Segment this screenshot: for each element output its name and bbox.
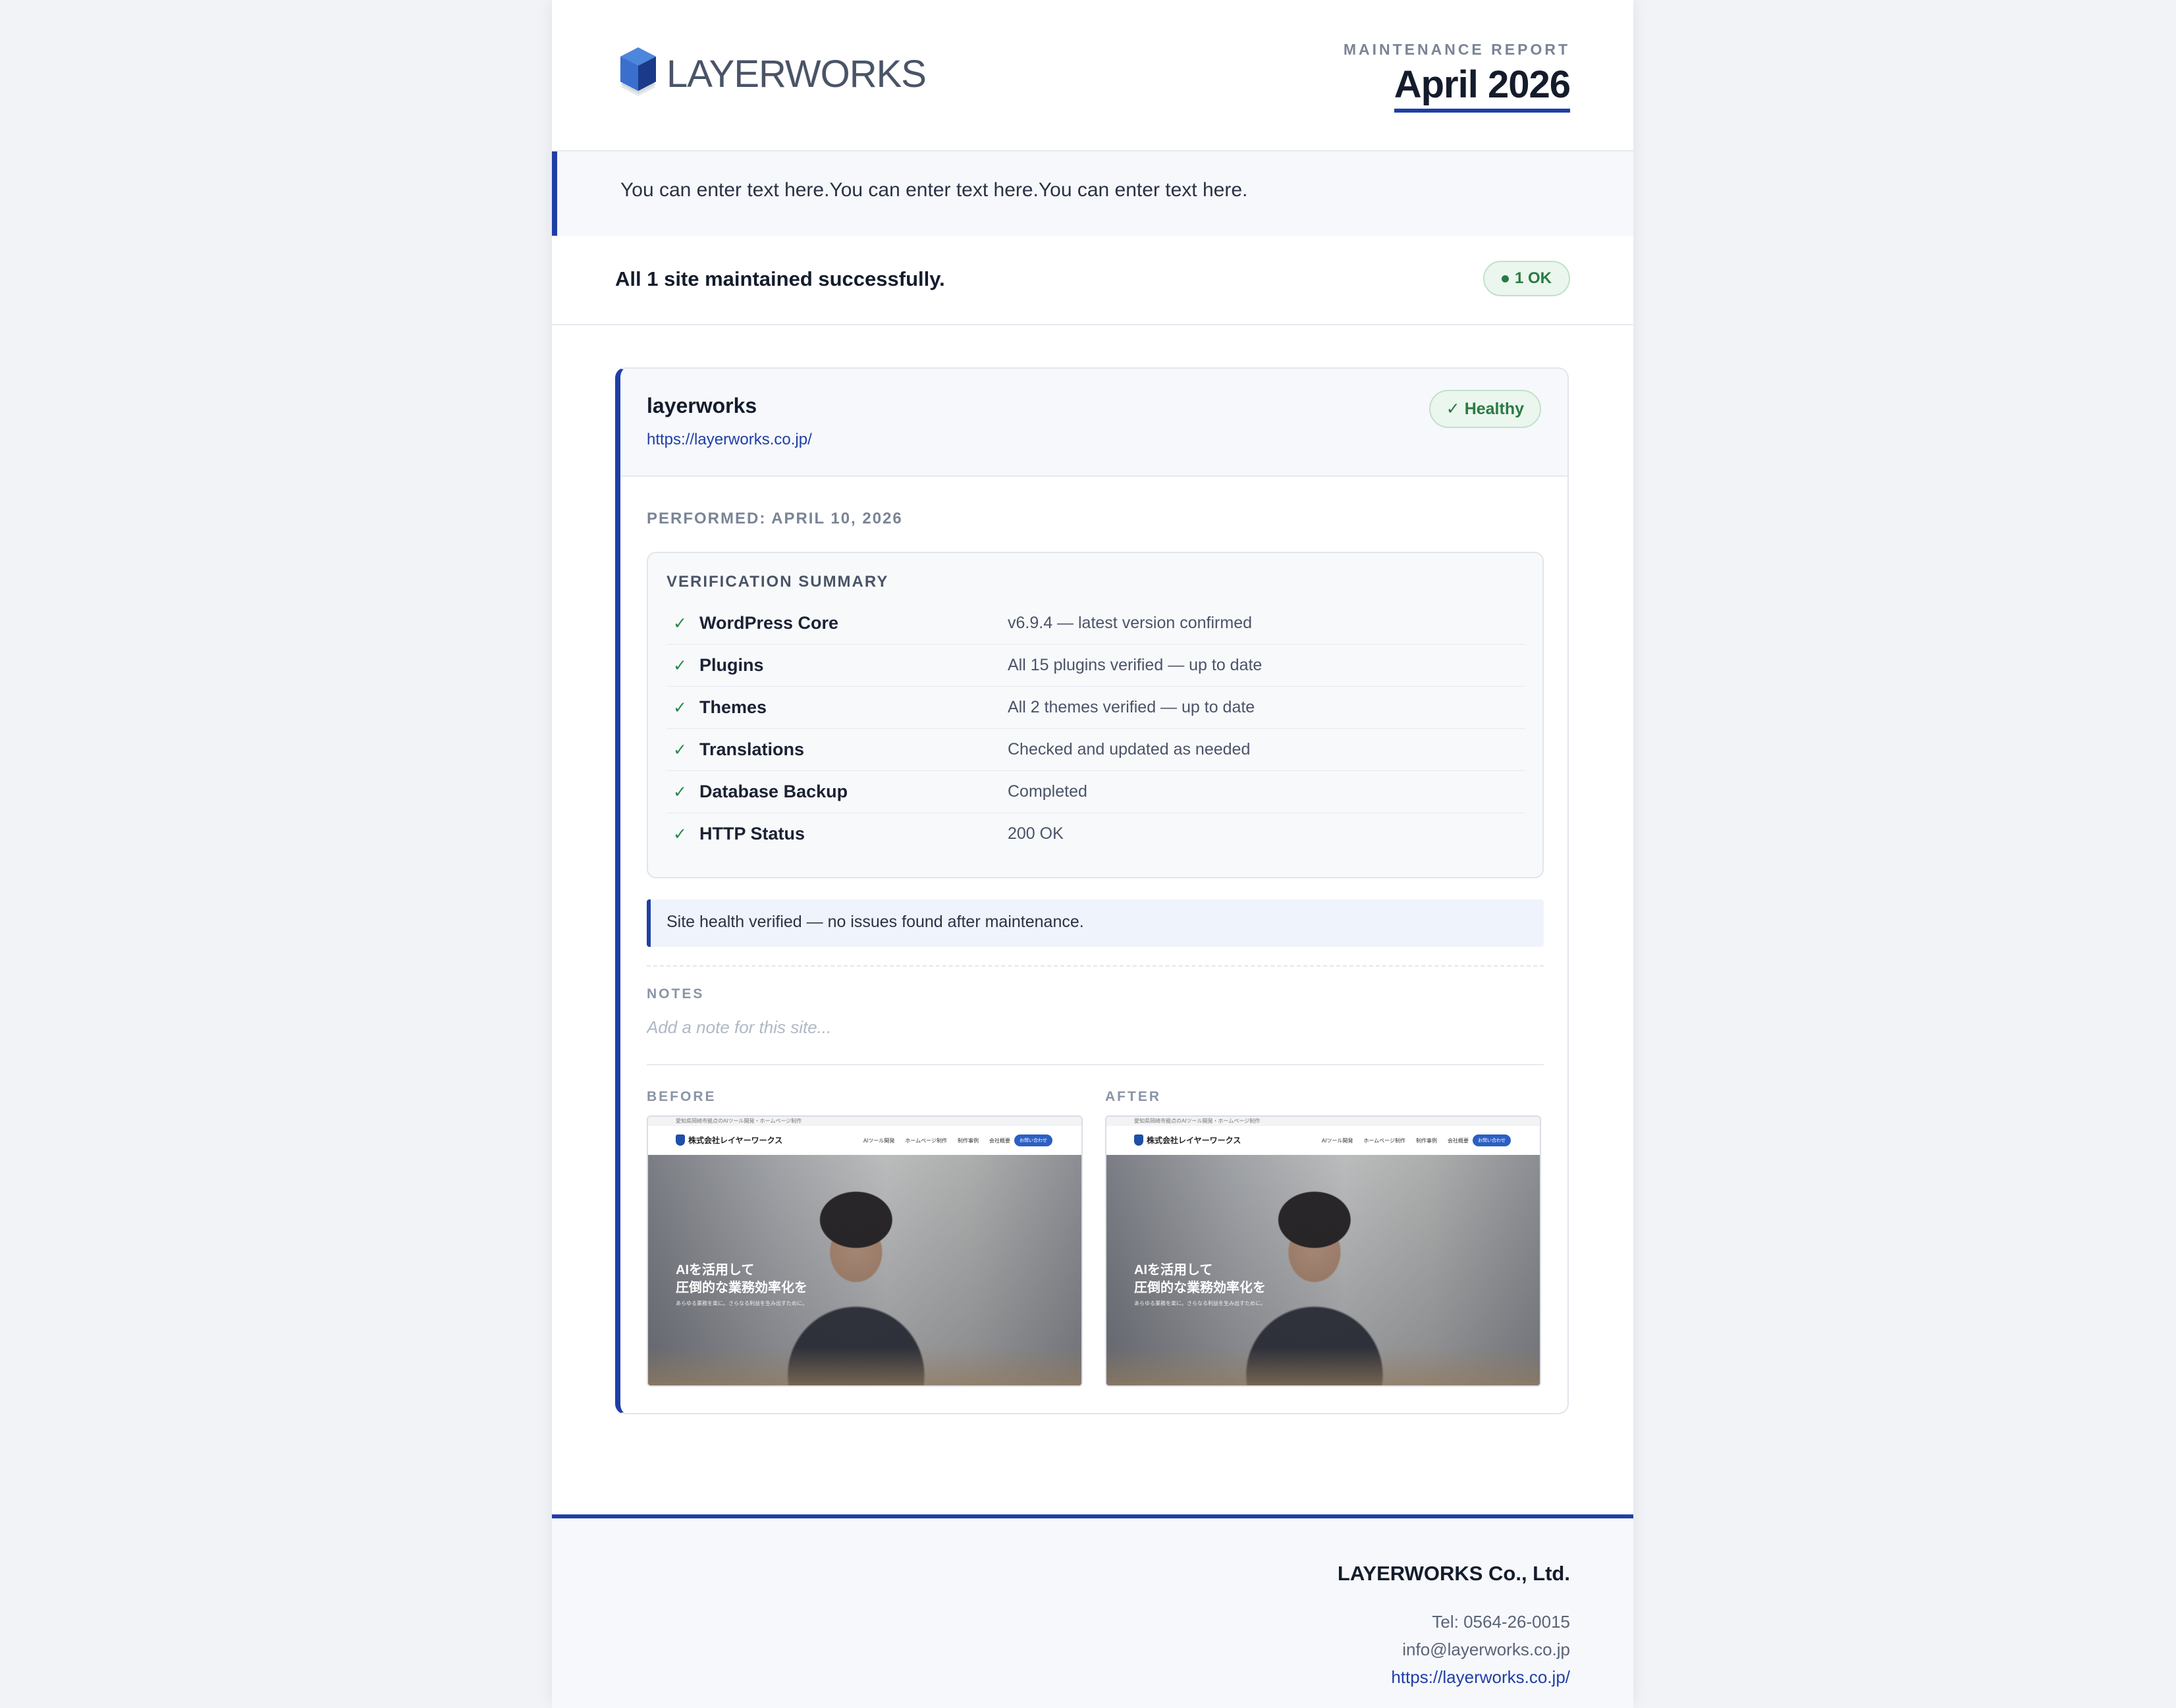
ok-count-badge: 1 OK [1482, 261, 1570, 296]
preview-nav: 株式会社レイヤーワークス AIツール開発 ホームページ制作 制作事例 会社概要 … [648, 1126, 1081, 1156]
verification-row: ✓ WordPress Core v6.9.4 — latest version… [666, 602, 1525, 645]
healthy-status-badge: ✓ Healthy [1428, 390, 1541, 428]
verification-row: ✓ Translations Checked and updated as ne… [666, 728, 1525, 771]
after-screenshot[interactable]: 愛知県岡崎市拠点のAIツール開発・ホームページ制作 株式会社レイヤーワークス A… [1105, 1115, 1541, 1387]
verification-value: All 2 themes verified — up to date [1008, 698, 1255, 716]
verification-row: ✓ Themes All 2 themes verified — up to d… [666, 686, 1525, 729]
report-label: MAINTENANCE REPORT [1343, 41, 1570, 58]
check-icon: ✓ [673, 783, 687, 801]
preview-cta: お問い合わせ [1014, 1134, 1052, 1146]
before-screenshot[interactable]: 愛知県岡崎市拠点のAIツール開発・ホームページ制作 株式会社レイヤーワークス A… [647, 1115, 1083, 1387]
logo-text: LAYERWORKS [666, 52, 927, 95]
verification-row: ✓ Plugins All 15 plugins verified — up t… [666, 644, 1525, 687]
preview-topbar: 愛知県岡崎市拠点のAIツール開発・ホームページ制作 [648, 1117, 1081, 1126]
footer-tel: Tel: 0564-26-0015 [1432, 1612, 1570, 1632]
verification-value: 200 OK [1008, 824, 1064, 843]
report-header: LAYERWORKS MAINTENANCE REPORT April 2026 [552, 0, 1633, 151]
intro-text[interactable]: You can enter text here.You can enter te… [620, 179, 1247, 201]
check-icon: ✓ [673, 825, 687, 843]
preview-nav-links: AIツール開発 ホームページ制作 制作事例 会社概要 [1322, 1137, 1469, 1144]
preview-nav-link: 制作事例 [958, 1138, 979, 1144]
check-icon: ✓ [673, 699, 687, 717]
notes-label: NOTES [647, 986, 705, 1001]
preview-hero-image: AIを活用して 圧倒的な業務効率化を あらゆる業務を楽に。さらなる利益を生み出す… [1106, 1155, 1540, 1385]
verification-value: Completed [1008, 782, 1087, 801]
verification-label: Translations [699, 739, 805, 759]
preview-topbar-text: 愛知県岡崎市拠点のAIツール開発・ホームページ制作 [1134, 1118, 1261, 1124]
site-name: layerworks [647, 394, 757, 417]
health-note: Site health verified — no issues found a… [647, 899, 1544, 947]
verification-label: Themes [699, 697, 767, 717]
ok-count-label: 1 OK [1514, 269, 1552, 287]
verification-title: VERIFICATION SUMMARY [666, 573, 889, 591]
report-page: LAYERWORKS MAINTENANCE REPORT April 2026… [552, 0, 1633, 1708]
status-dot-icon [1501, 275, 1509, 282]
preview-nav: 株式会社レイヤーワークス AIツール開発 ホームページ制作 制作事例 会社概要 … [1106, 1126, 1540, 1156]
preview-topbar: 愛知県岡崎市拠点のAIツール開発・ホームページ制作 [1106, 1117, 1540, 1126]
report-month: April 2026 [1394, 63, 1571, 113]
site-url-link[interactable]: https://layerworks.co.jp/ [647, 431, 812, 449]
preview-brand-text: 株式会社レイヤーワークス [1147, 1136, 1241, 1145]
check-icon: ✓ [673, 741, 687, 759]
preview-nav-link: 会社概要 [989, 1138, 1010, 1144]
divider [647, 1064, 1544, 1065]
shield-logo-icon [1134, 1134, 1143, 1146]
preview-hero-image: AIを活用して 圧倒的な業務効率化を あらゆる業務を楽に。さらなる利益を生み出す… [648, 1155, 1081, 1385]
preview-headline: AIを活用して 圧倒的な業務効率化を [676, 1263, 807, 1295]
preview-nav-link: ホームページ制作 [1363, 1138, 1405, 1144]
verification-label: HTTP Status [699, 824, 805, 843]
cube-logo-icon [620, 47, 656, 96]
preview-subline: あらゆる業務を楽に。さらなる利益を生み出すために。 [1134, 1300, 1266, 1306]
verification-label: WordPress Core [699, 613, 839, 633]
site-card: layerworks https://layerworks.co.jp/ ✓ H… [615, 367, 1569, 1414]
verification-value: v6.9.4 — latest version confirmed [1008, 614, 1252, 632]
health-note-text: Site health verified — no issues found a… [666, 913, 1084, 931]
preview-cta: お問い合わせ [1473, 1134, 1511, 1146]
company-logo[interactable]: LAYERWORKS [615, 43, 927, 104]
verification-row: ✓ Database Backup Completed [666, 770, 1525, 813]
intro-banner: You can enter text here.You can enter te… [552, 151, 1633, 236]
footer-company: LAYERWORKS Co., Ltd. [1337, 1562, 1570, 1585]
divider [647, 965, 1544, 967]
preview-brand: 株式会社レイヤーワークス [676, 1134, 782, 1146]
verification-summary: VERIFICATION SUMMARY ✓ WordPress Core v6… [647, 552, 1544, 878]
preview-nav-link: AIツール開発 [1321, 1138, 1353, 1144]
notes-input[interactable] [647, 1013, 1544, 1042]
verification-label: Database Backup [699, 782, 848, 801]
preview-brand: 株式会社レイヤーワークス [1134, 1134, 1241, 1146]
preview-nav-link: 会社概要 [1448, 1138, 1469, 1144]
preview-topbar-text: 愛知県岡崎市拠点のAIツール開発・ホームページ制作 [676, 1118, 802, 1124]
preview-nav-link: AIツール開発 [863, 1138, 895, 1144]
report-footer: LAYERWORKS Co., Ltd. Tel: 0564-26-0015 i… [552, 1514, 1633, 1708]
verification-label: Plugins [699, 655, 764, 675]
preview-brand-text: 株式会社レイヤーワークス [688, 1136, 783, 1145]
before-label: BEFORE [647, 1089, 717, 1104]
summary-bar: All 1 site maintained successfully. 1 OK [552, 236, 1633, 325]
verification-row: ✓ HTTP Status 200 OK [666, 813, 1525, 855]
preview-nav-link: ホームページ制作 [905, 1138, 947, 1144]
after-label: AFTER [1105, 1089, 1161, 1104]
performed-date: PERFORMED: APRIL 10, 2026 [647, 510, 903, 527]
summary-text: All 1 site maintained successfully. [615, 267, 945, 290]
footer-email: info@layerworks.co.jp [1402, 1640, 1570, 1659]
check-icon: ✓ [673, 656, 687, 675]
footer-url-link[interactable]: https://layerworks.co.jp/ [1391, 1667, 1570, 1688]
shield-logo-icon [676, 1134, 685, 1146]
preview-nav-link: 制作事例 [1416, 1138, 1437, 1144]
verification-value: All 15 plugins verified — up to date [1008, 656, 1263, 674]
preview-nav-links: AIツール開発 ホームページ制作 制作事例 会社概要 [863, 1137, 1010, 1144]
check-icon: ✓ [673, 614, 687, 633]
preview-subline: あらゆる業務を楽に。さらなる利益を生み出すために。 [676, 1300, 807, 1306]
verification-value: Checked and updated as needed [1008, 740, 1251, 759]
site-card-header: layerworks https://layerworks.co.jp/ ✓ H… [620, 369, 1567, 477]
preview-headline: AIを活用して 圧倒的な業務効率化を [1134, 1263, 1266, 1295]
